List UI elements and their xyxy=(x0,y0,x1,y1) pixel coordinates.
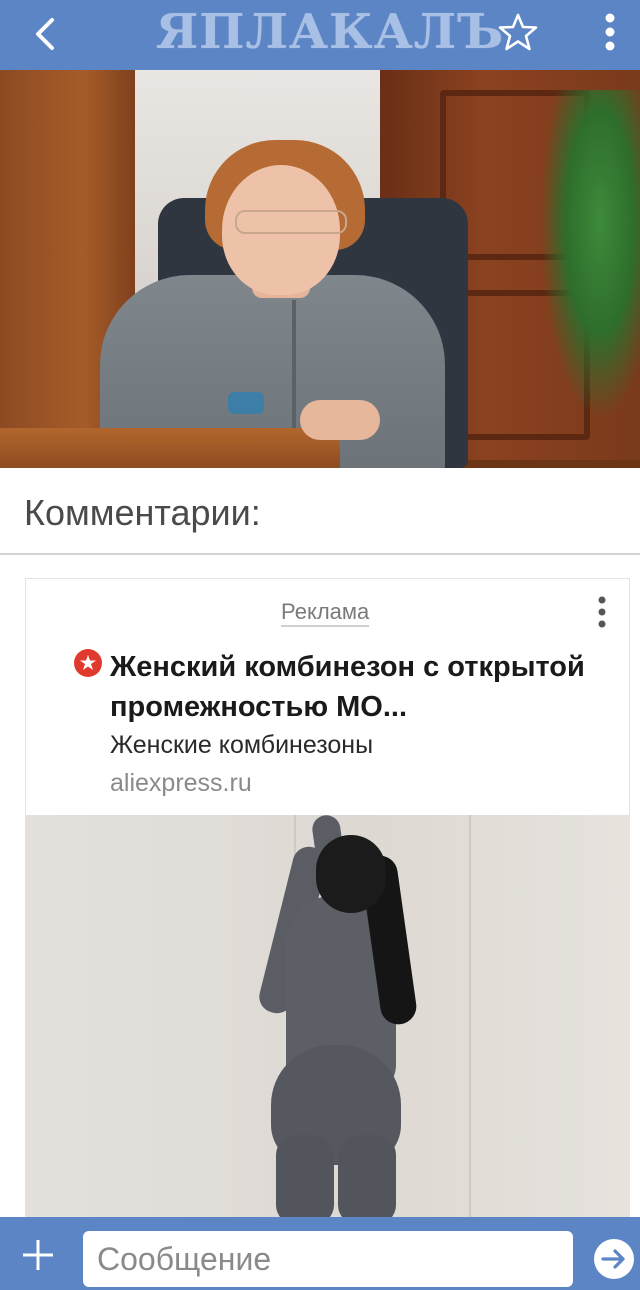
favorite-button[interactable] xyxy=(492,6,544,58)
star-outline-icon xyxy=(498,13,538,51)
send-button[interactable] xyxy=(592,1237,636,1281)
chevron-left-icon xyxy=(36,18,54,50)
ad-domain[interactable]: aliexpress.ru xyxy=(110,769,252,798)
more-vertical-icon xyxy=(598,596,606,628)
model-leg xyxy=(338,1135,396,1219)
post-photo[interactable] xyxy=(0,70,640,468)
brooch xyxy=(228,392,264,414)
ad-card[interactable]: Реклама Женский комбинезон с открытой пр… xyxy=(25,578,630,1219)
more-vertical-icon xyxy=(605,13,615,51)
comments-heading: Комментарии: xyxy=(24,492,261,533)
send-arrow-icon xyxy=(594,1239,634,1279)
ad-image[interactable] xyxy=(26,815,629,1219)
plus-icon xyxy=(23,1240,53,1270)
desk xyxy=(0,428,340,468)
person-hand xyxy=(300,400,380,440)
model-leg xyxy=(276,1135,334,1219)
star-burst-icon xyxy=(80,655,96,670)
wall-seam xyxy=(469,815,471,1219)
divider xyxy=(0,553,640,555)
back-button[interactable] xyxy=(20,8,70,60)
site-logo-text: ЯПЛАКАЛЪ xyxy=(155,4,505,60)
ad-title[interactable]: Женский комбинезон с открытой промежност… xyxy=(110,647,610,727)
glasses xyxy=(235,210,347,234)
site-logo[interactable]: ЯПЛАКАЛЪ xyxy=(156,2,503,62)
ad-menu-button[interactable] xyxy=(588,591,616,633)
aliexpress-badge-icon xyxy=(74,649,102,677)
top-bar: ЯПЛАКАЛЪ xyxy=(0,0,640,70)
attach-button[interactable] xyxy=(10,1229,66,1281)
ad-subtitle: Женские комбинезоны xyxy=(110,731,374,759)
message-composer xyxy=(0,1217,640,1290)
ad-label[interactable]: Реклама xyxy=(281,599,369,625)
plant xyxy=(540,90,640,420)
menu-button[interactable] xyxy=(590,4,630,60)
message-input[interactable] xyxy=(83,1231,573,1287)
model-head xyxy=(316,835,386,913)
